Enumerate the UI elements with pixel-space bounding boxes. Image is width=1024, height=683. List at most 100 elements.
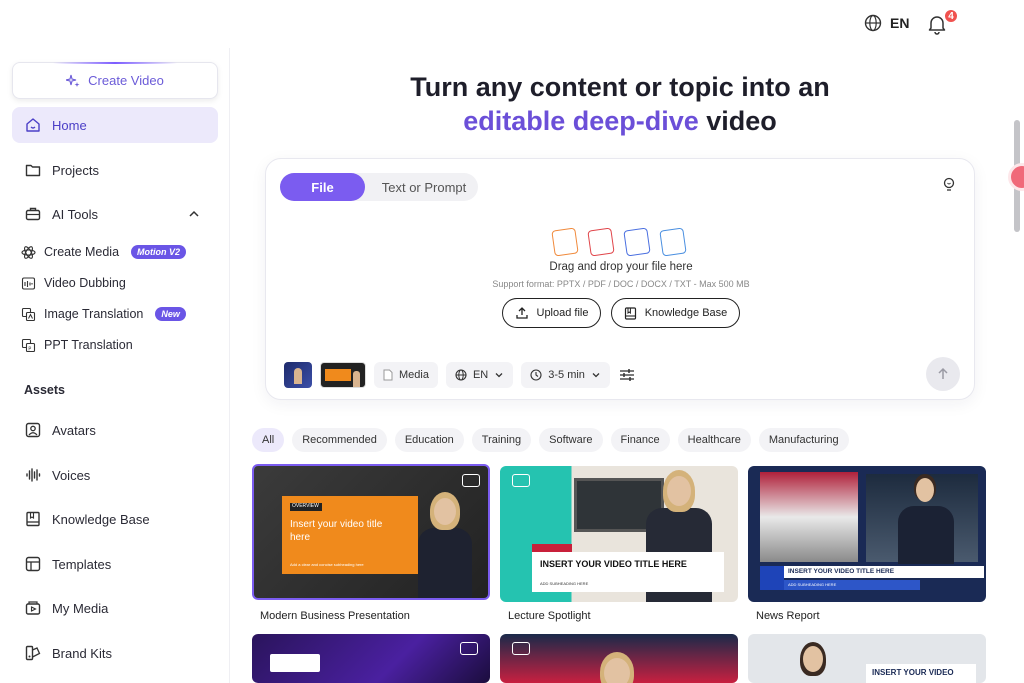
avatar-icon [24,421,42,439]
create-video-label: Create Video [88,73,164,88]
flag-scene [760,472,858,562]
hero-highlight: editable deep-dive [463,106,699,136]
media-chip[interactable]: Media [374,362,438,388]
sidebar-item-label: My Media [52,600,109,616]
globe-icon [455,369,467,381]
pdf-icon [587,227,615,257]
template-card-modern-business[interactable]: OVERVIEW Insert your video title here Ad… [252,464,490,600]
tab-text-or-prompt[interactable]: Text or Prompt [370,173,478,201]
tab-file[interactable]: File [280,173,365,201]
hero-line-2-rest: video [698,106,777,136]
template-card-4[interactable] [252,634,490,683]
pptx-icon [551,227,579,257]
category-healthcare[interactable]: Healthcare [677,428,751,452]
language-switcher[interactable]: EN [864,14,909,32]
template-card-news-report[interactable]: INSERT YOUR VIDEO TITLE HERE ADD SUBHEAD… [748,466,986,602]
upload-file-label: Upload file [536,307,589,319]
page-scrollbar[interactable] [1012,48,1024,683]
sidebar-item-label: Knowledge Base [52,511,150,527]
template-tag-icon [462,474,480,487]
language-select[interactable]: EN [445,362,514,388]
knowledge-base-button[interactable]: Knowledge Base [611,298,740,328]
sidebar-item-label: Home [52,117,87,133]
overview-tag: OVERVIEW [290,503,322,511]
presenter-head [667,476,691,506]
template-name: News Report [756,610,820,622]
category-manufacturing[interactable]: Manufacturing [758,428,849,452]
template-name: Modern Business Presentation [260,610,410,622]
media-icon [24,599,42,617]
category-software[interactable]: Software [539,428,603,452]
hero-headline: Turn any content or topic into an editab… [264,70,976,138]
doc-icon [623,227,651,257]
drop-zone-text: Drag and drop your file here [549,261,693,273]
template-thumbnail[interactable] [320,362,366,388]
title-block [270,654,320,672]
template-tag-icon [512,642,530,655]
presenter-figure [418,528,472,598]
presenter-head [434,498,456,525]
category-filters: All Recommended Education Training Softw… [252,428,849,452]
create-video-button[interactable]: Create Video [12,62,218,99]
lightbulb-icon[interactable] [942,177,956,193]
settings-sliders-icon[interactable] [618,366,636,384]
book-icon [624,306,636,320]
category-training[interactable]: Training [471,428,532,452]
category-all[interactable]: All [252,428,285,452]
sidebar-item-home[interactable]: Home [12,107,218,143]
tool-ppt-translation[interactable]: P PPT Translation [20,337,133,353]
composer-panel: File Text or Prompt Drag and drop your f… [265,158,975,400]
upload-file-button[interactable]: Upload file [502,298,601,328]
avatar-thumbnail[interactable] [284,362,312,388]
sidebar-item-label: Avatars [52,422,96,438]
floating-help-button[interactable] [1008,163,1024,191]
sidebar-item-knowledge-base[interactable]: Knowledge Base [12,501,218,537]
ppt-translate-icon: P [20,337,36,353]
category-recommended[interactable]: Recommended [292,428,387,452]
duration-value: 3-5 min [548,369,585,381]
chevron-down-icon [495,373,503,378]
template-name: Lecture Spotlight [508,610,591,622]
template-subtitle-text: ADD SUBHEADING HERE [540,581,589,586]
language-value: EN [472,369,489,381]
sidebar-item-avatars[interactable]: Avatars [12,412,218,448]
template-tag-icon [460,642,478,655]
template-card-lecture-spotlight[interactable]: INSERT YOUR VIDEO TITLE HERE ADD SUBHEAD… [500,466,738,602]
duration-select[interactable]: 3-5 min [521,362,610,388]
sidebar-item-label: Brand Kits [52,645,112,661]
book-icon [24,510,42,528]
sidebar-item-ai-tools[interactable]: AI Tools [12,196,218,232]
tool-image-translation[interactable]: Image Translation New [20,306,186,322]
folder-icon [24,161,42,179]
hero-line-1: Turn any content or topic into an [410,72,830,102]
knowledge-base-label: Knowledge Base [644,307,728,319]
sidebar-item-my-media[interactable]: My Media [12,590,218,626]
tool-label: PPT Translation [44,338,133,352]
arrow-up-icon [938,367,948,379]
sidebar-item-voices[interactable]: Voices [12,457,218,493]
tool-create-media[interactable]: Create Media Motion V2 [20,244,187,260]
atom-icon [20,244,36,260]
media-file-icon [383,369,393,381]
sidebar-item-brand-kits[interactable]: Brand Kits [12,635,218,671]
top-bar: EN 4 [0,0,1024,48]
sidebar-item-label: AI Tools [52,206,99,222]
sidebar-item-label: Projects [52,162,99,178]
sidebar-item-projects[interactable]: Projects [12,152,218,188]
tool-video-dubbing[interactable]: Video Dubbing [20,275,126,291]
sidebar-item-templates[interactable]: Templates [12,546,218,582]
brand-kit-icon [24,644,42,662]
template-title-text: INSERT YOUR VIDEO [866,664,976,683]
category-finance[interactable]: Finance [610,428,670,452]
chevron-down-icon [592,373,600,378]
sidebar-item-label: Templates [52,556,112,572]
presenter-head [604,658,630,683]
chevron-up-icon[interactable] [188,208,200,220]
sparkle-icon [66,74,80,87]
send-button[interactable] [926,357,960,391]
waveform-icon [24,466,42,484]
template-card-5[interactable] [500,634,738,683]
hero-line-2: editable deep-dive video [264,104,976,138]
category-education[interactable]: Education [394,428,464,452]
template-card-6[interactable]: INSERT YOUR VIDEO [748,634,986,683]
